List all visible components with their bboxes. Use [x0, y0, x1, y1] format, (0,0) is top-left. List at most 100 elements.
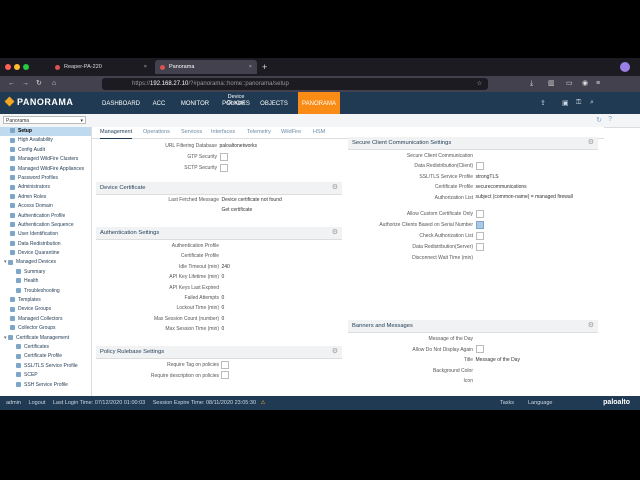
field-value: strongTLS: [475, 174, 499, 180]
browser-tab-reaper[interactable]: Reaper-PA-220 ×: [50, 60, 152, 74]
logout-link[interactable]: Logout: [29, 400, 46, 406]
gear-icon[interactable]: ⚙: [332, 227, 338, 239]
sidebar-item-icon: [16, 362, 21, 368]
subtab-telemetry[interactable]: Telemetry: [247, 127, 271, 138]
profile-icon[interactable]: [620, 62, 630, 72]
sidebar-item[interactable]: Data Redistribution: [0, 240, 91, 249]
sidebar-item[interactable]: Admin Roles: [0, 193, 91, 202]
app-header: PANORAMA DASHBOARD ACC MONITOR Device Gr…: [0, 92, 640, 114]
checkbox[interactable]: [475, 161, 484, 170]
close-tab-icon[interactable]: ×: [144, 60, 147, 74]
forward-icon[interactable]: →: [22, 79, 29, 89]
sidebar-item[interactable]: Administrators: [0, 183, 91, 192]
maximize-window-icon[interactable]: [23, 64, 29, 70]
sidebar-item-icon: [10, 137, 15, 143]
form-row: Message of the Day: [348, 334, 598, 344]
gear-icon[interactable]: ⚙: [588, 137, 594, 149]
sidebar-icon[interactable]: ▭: [566, 79, 573, 89]
sidebar-item[interactable]: User Identification: [0, 230, 91, 239]
tab-dashboard[interactable]: DASHBOARD: [100, 92, 142, 114]
lock-icon[interactable]: ⚿: [576, 99, 581, 107]
tab-policies[interactable]: Device Groups POLICIES: [220, 92, 252, 114]
checkbox[interactable]: [475, 345, 484, 354]
sidebar-item[interactable]: Templates: [0, 296, 91, 305]
reload-icon[interactable]: ↻: [36, 79, 42, 89]
tab-acc[interactable]: ACC: [148, 92, 170, 114]
language-link[interactable]: Language: [528, 396, 552, 410]
gear-icon[interactable]: ⚙: [332, 346, 338, 358]
config-icon[interactable]: ▣: [562, 99, 569, 107]
context-select[interactable]: Panorama ▾: [3, 116, 86, 124]
tab-objects[interactable]: OBJECTS: [258, 92, 290, 114]
sidebar-item[interactable]: Setup: [0, 127, 91, 137]
subtab-services[interactable]: Services: [181, 127, 202, 138]
close-tab-icon[interactable]: ×: [249, 60, 252, 74]
new-tab-icon[interactable]: +: [262, 60, 267, 74]
checkbox[interactable]: [219, 163, 228, 172]
home-icon[interactable]: ⌂: [52, 79, 56, 89]
sidebar-item[interactable]: Managed WildFire Appliances: [0, 165, 91, 174]
subtab-wildfire[interactable]: WildFire: [281, 127, 301, 138]
sidebar-item[interactable]: Device Groups: [0, 305, 91, 314]
refresh-icon[interactable]: ↻: [596, 116, 602, 124]
search-icon[interactable]: ⌕: [590, 99, 594, 107]
sidebar-item[interactable]: ▾ Managed Devices: [0, 258, 91, 267]
minimize-window-icon[interactable]: [14, 64, 20, 70]
checkbox[interactable]: [475, 209, 484, 218]
bookmark-star-icon[interactable]: ☆: [477, 78, 482, 90]
subtab-interfaces[interactable]: Interfaces: [211, 127, 235, 138]
browser-tab-panorama[interactable]: Panorama ×: [155, 60, 257, 74]
status-user[interactable]: admin: [6, 400, 21, 406]
sidebar-item[interactable]: Managed Collectors: [0, 315, 91, 324]
authentication-settings-panel: Authentication Settings ⚙ Authentication P…: [96, 227, 342, 345]
sidebar-item-label: Managed Collectors: [18, 315, 63, 322]
gear-icon[interactable]: ⚙: [332, 182, 338, 194]
menu-icon[interactable]: ≡: [596, 79, 600, 89]
library-icon[interactable]: ▥: [548, 79, 555, 89]
tab-monitor[interactable]: MONITOR: [176, 92, 214, 114]
sidebar-item[interactable]: Troubleshooting: [0, 287, 91, 296]
subtab-hsm[interactable]: HSM: [313, 127, 325, 138]
subtab-operations[interactable]: Operations: [143, 127, 170, 138]
back-icon[interactable]: ←: [8, 79, 15, 89]
sidebar-item[interactable]: SSL/TLS Service Profile: [0, 362, 91, 371]
sidebar-item[interactable]: Collector Groups: [0, 324, 91, 333]
gear-icon[interactable]: ⚙: [588, 320, 594, 332]
commit-icon[interactable]: ⇪: [540, 99, 546, 107]
checkbox[interactable]: [475, 220, 484, 229]
checkbox[interactable]: [475, 242, 484, 251]
sidebar-item[interactable]: Summary: [0, 268, 91, 277]
checkbox[interactable]: [221, 360, 230, 369]
sidebar-item-icon: [16, 372, 21, 378]
field-label: API Keys Last Expired: [169, 284, 219, 291]
sidebar-item[interactable]: Access Domain: [0, 202, 91, 211]
sidebar-item[interactable]: ▾ Certificate Management: [0, 334, 91, 343]
field-label: Background Color: [432, 367, 473, 374]
checkbox[interactable]: [221, 371, 230, 380]
close-window-icon[interactable]: [5, 64, 11, 70]
get-certificate-link[interactable]: Get certificate: [221, 205, 252, 215]
sidebar-item[interactable]: Config Audit: [0, 146, 91, 155]
account-icon[interactable]: ◉: [582, 79, 588, 89]
sidebar-item[interactable]: Password Profiles: [0, 174, 91, 183]
sidebar-item[interactable]: SSH Service Profile: [0, 381, 91, 390]
sidebar-item[interactable]: Certificate Profile: [0, 352, 91, 361]
field-label: Allow Do Not Display Again: [412, 346, 473, 353]
address-bar[interactable]: https://192.168.27.10/?#panorama::home::…: [102, 78, 488, 90]
tab-panorama[interactable]: PANORAMA: [298, 92, 340, 114]
sidebar-item[interactable]: SCEP: [0, 371, 91, 380]
help-icon[interactable]: ?: [608, 116, 612, 123]
sidebar-item[interactable]: Managed WildFire Clusters: [0, 155, 91, 164]
sidebar-item[interactable]: Device Quarantine: [0, 249, 91, 258]
sidebar-item[interactable]: Authentication Sequence: [0, 221, 91, 230]
sidebar-item-label: Managed WildFire Appliances: [18, 165, 85, 172]
sidebar-item[interactable]: Certificates: [0, 343, 91, 352]
sidebar-item[interactable]: Health: [0, 277, 91, 286]
sidebar-item[interactable]: Authentication Profile: [0, 212, 91, 221]
tasks-link[interactable]: Tasks: [500, 396, 514, 410]
field-value: 0: [221, 326, 225, 333]
checkbox[interactable]: [475, 231, 484, 240]
download-icon[interactable]: ⤓: [530, 79, 533, 89]
sidebar-item[interactable]: High Availability: [0, 136, 91, 145]
checkbox[interactable]: [219, 152, 228, 161]
